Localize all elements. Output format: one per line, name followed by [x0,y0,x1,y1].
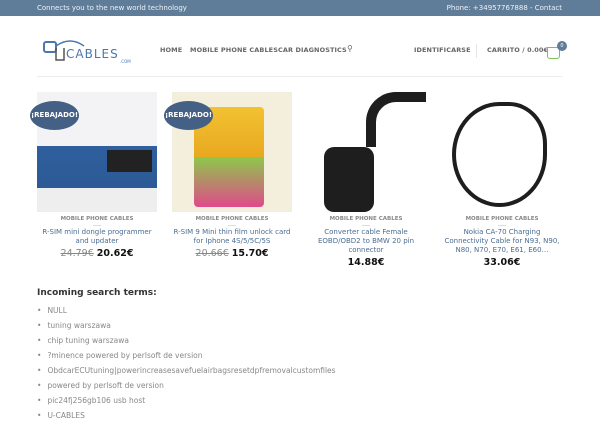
contact-link[interactable]: Phone: +34957767888 - Contact [447,0,562,16]
sale-price: 15.70€ [231,248,269,259]
product-title[interactable]: R-SIM mini dongle programmer and updater [37,228,157,246]
separator [228,225,236,226]
product-price: 14.88€ [306,257,426,268]
search-terms-heading: Incoming search terms: [37,288,157,298]
price: 14.88€ [347,257,385,268]
nav-car-diagnostics[interactable]: CAR DIAGNOSTICS [278,46,347,54]
product-title[interactable]: R-SIM 9 Mini thin film unlock card for I… [172,228,292,246]
search-term[interactable]: U-CABLES [37,408,336,423]
product-category[interactable]: MOBILE PHONE CABLES [172,216,292,222]
top-bar: Connects you to the new world technology… [0,0,600,16]
separator [93,225,101,226]
product-category[interactable]: MOBILE PHONE CABLES [306,216,426,222]
product-price: 33.06€ [442,257,562,268]
svg-text:.COM: .COM [120,59,131,64]
separator [498,225,506,226]
product-title[interactable]: Nokia CA-70 Charging Connectivity Cable … [442,228,562,255]
search-term[interactable]: ObdcarECUtuning|powerincreasesavefuelair… [37,363,335,378]
cart-link[interactable]: CARRITO / 0.00€ [487,46,548,54]
product-image[interactable] [442,92,562,212]
product-card[interactable]: MOBILE PHONE CABLES Nokia CA-70 Charging… [442,92,562,268]
sale-price: 20.62€ [96,248,134,259]
sale-badge: ¡REBAJADO! [30,101,79,130]
search-term[interactable]: NULL [37,303,336,318]
search-term[interactable]: chip tuning warszawa [37,333,336,348]
cart-count-badge: 0 [557,41,567,51]
sale-badge: ¡REBAJADO! [164,101,213,130]
site-logo[interactable]: CABLES .COM [42,38,138,64]
tagline: Connects you to the new world technology [37,4,187,12]
product-image[interactable] [306,92,426,212]
search-terms-section: Incoming search terms: NULL tuning warsz… [37,288,336,423]
nav-home[interactable]: HOME [160,46,182,54]
divider [476,44,477,58]
search-term[interactable]: pic24fj256gb106 usb host [37,393,336,408]
old-price: 20.66€ [195,248,229,259]
old-price: 24.79€ [60,248,94,259]
product-price: 24.79€ 20.62€ [37,248,157,259]
header-divider [37,76,562,77]
nav-mobile-phone-cables[interactable]: MOBILE PHONE CABLES [190,46,278,54]
search-term[interactable]: powered by perlsoft de version [37,378,336,393]
product-card[interactable]: MOBILE PHONE CABLES Converter cable Fema… [306,92,426,268]
product-category[interactable]: MOBILE PHONE CABLES [442,216,562,222]
product-category[interactable]: MOBILE PHONE CABLES [37,216,157,222]
product-price: 20.66€ 15.70€ [172,248,292,259]
svg-text:CABLES: CABLES [66,47,119,61]
search-term[interactable]: tuning warszawa [37,318,336,333]
separator [362,225,370,226]
login-link[interactable]: IDENTIFICARSE [414,46,471,54]
product-title[interactable]: Converter cable Female EOBD/OBD2 to BMW … [306,228,426,255]
price: 33.06€ [483,257,521,268]
search-icon[interactable]: ⚲ [347,44,353,53]
search-term[interactable]: ?minence powered by perlsoft de version [37,348,336,363]
